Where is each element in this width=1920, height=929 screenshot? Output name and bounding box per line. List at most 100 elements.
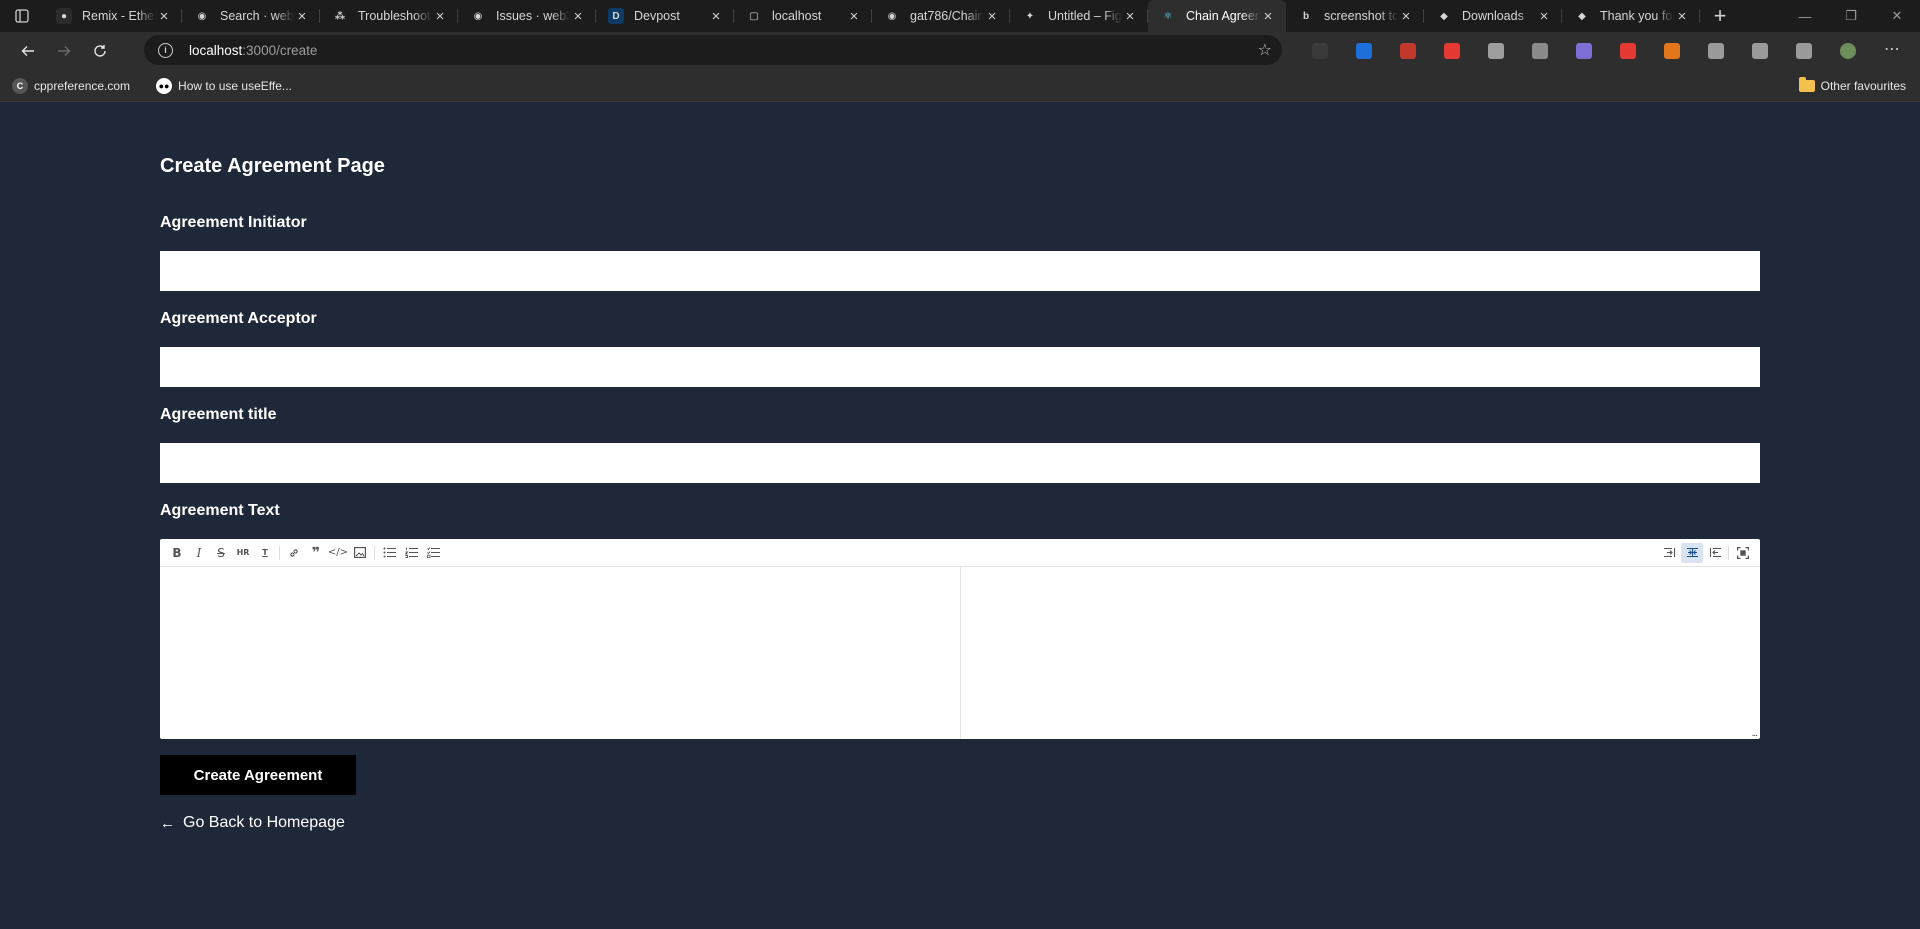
tab-title: gat786/Chain <box>910 9 984 23</box>
red-extension-icon-glyph <box>1400 43 1416 59</box>
browser-tab[interactable]: ◉ Search · web3 × <box>182 0 320 32</box>
close-tab-icon[interactable]: × <box>1536 8 1552 25</box>
link-button[interactable] <box>283 543 305 563</box>
initiator-input[interactable] <box>160 251 1760 291</box>
back-button[interactable] <box>10 35 46 67</box>
forward-button[interactable] <box>46 35 82 67</box>
favorites-icon[interactable] <box>1738 43 1782 59</box>
browser-tab-bar: ●Remix - Ethereum IDE×◉Search · web3×⁂Tr… <box>0 0 1920 32</box>
code-button[interactable]: </> <box>327 543 349 563</box>
browser-tab[interactable]: D Devpost × <box>596 0 734 32</box>
fox-extension-icon[interactable] <box>1562 43 1606 59</box>
back-arrow-icon <box>21 46 34 56</box>
collections-icon[interactable] <box>1782 43 1826 59</box>
browser-tab[interactable]: ◉ Issues · web3 × <box>458 0 596 32</box>
browser-tab[interactable]: ◆ Downloads × <box>1424 0 1562 32</box>
image-button[interactable] <box>349 543 371 563</box>
italic-button[interactable]: I <box>188 543 210 563</box>
bookmark-item[interactable]: Ccppreference.com <box>12 77 130 94</box>
close-tab-icon[interactable]: × <box>570 8 586 25</box>
preview-mode-button[interactable] <box>1703 543 1725 563</box>
ordered-list-button[interactable] <box>400 543 422 563</box>
tab-actions-button[interactable] <box>0 0 44 32</box>
title-button[interactable]: T <box>254 543 276 563</box>
close-tab-icon[interactable]: × <box>1260 8 1276 25</box>
close-tab-icon[interactable]: × <box>156 8 172 25</box>
markdown-input-pane[interactable] <box>160 567 961 739</box>
browser-tab[interactable]: ✦ Untitled – Figma× <box>1010 0 1148 32</box>
gear-extension-icon[interactable] <box>1518 43 1562 59</box>
browser-tab[interactable]: ⚛ Chain Agreement× <box>1148 0 1286 32</box>
tab-actions-icon <box>15 9 29 23</box>
new-tab-button[interactable]: + <box>1700 0 1740 32</box>
close-tab-icon[interactable]: × <box>294 8 310 25</box>
go-back-homepage-link[interactable]: ← Go Back to Homepage <box>160 814 345 832</box>
target-extension-icon[interactable] <box>1474 43 1518 59</box>
edit-mode-button[interactable] <box>1659 543 1681 563</box>
more-menu-icon[interactable]: ⋯ <box>1870 42 1914 59</box>
hand-extension-icon-glyph <box>1444 43 1460 59</box>
site-info-icon[interactable]: i <box>158 42 173 58</box>
tab-favicon-icon: ◉ <box>470 8 486 24</box>
fox-extension-icon-glyph <box>1576 43 1592 59</box>
close-tab-icon[interactable]: × <box>432 8 448 25</box>
browser-tab[interactable]: b screenshot to × <box>1286 0 1424 32</box>
browser-tab[interactable]: ⁂ Troubleshooting× <box>320 0 458 32</box>
pencil-extension-icon[interactable] <box>1606 43 1650 59</box>
gmp-extension-icon[interactable] <box>1298 43 1342 59</box>
acceptor-input[interactable] <box>160 347 1760 387</box>
other-favourites[interactable]: Other favourites <box>1798 76 1906 93</box>
unordered-list-button[interactable] <box>378 543 400 563</box>
puzzle-extension-icon-glyph <box>1708 43 1724 59</box>
browser-tab[interactable]: ◉ gat786/Chain × <box>872 0 1010 32</box>
browser-nav-bar: i localhost:3000/create ☆ ⋯ <box>0 32 1920 70</box>
puzzle-extension-icon[interactable] <box>1694 43 1738 59</box>
tab-favicon-icon: ◉ <box>884 8 900 24</box>
fullscreen-button[interactable] <box>1732 543 1754 563</box>
other-favourites-label: Other favourites <box>1820 78 1906 93</box>
bold-button[interactable]: B <box>166 543 188 563</box>
preview-mode-icon <box>1709 547 1721 558</box>
red-extension-icon[interactable] <box>1386 43 1430 59</box>
add-favorite-icon[interactable]: ☆ <box>1258 40 1272 60</box>
close-window-button[interactable]: ✕ <box>1874 0 1920 32</box>
metamask-extension-icon[interactable] <box>1650 43 1694 59</box>
hr-button[interactable]: HR <box>232 543 254 563</box>
close-tab-icon[interactable]: × <box>846 8 862 25</box>
browser-tab[interactable]: ● Remix - Ethereum IDE× <box>44 0 182 32</box>
reload-button[interactable] <box>82 35 118 67</box>
restore-button[interactable]: ❐ <box>1828 0 1874 32</box>
numbered-list-icon <box>404 547 418 558</box>
tab-title: Troubleshooting <box>358 9 432 23</box>
browser-tab[interactable]: ◆ Thank you for × <box>1562 0 1700 32</box>
minimize-button[interactable]: — <box>1782 0 1828 32</box>
close-tab-icon[interactable]: × <box>984 8 1000 25</box>
bookmark-item[interactable]: ●● How to use useEffe... <box>156 77 292 94</box>
bookmark-favicon-icon: C <box>12 77 28 94</box>
tab-title: Untitled – Figma <box>1048 9 1122 23</box>
profile-avatar[interactable] <box>1826 43 1870 59</box>
live-mode-button[interactable] <box>1681 542 1703 563</box>
pen-extension-icon-glyph <box>1356 43 1372 59</box>
pen-extension-icon[interactable] <box>1342 43 1386 59</box>
bullet-list-icon <box>383 547 396 558</box>
title-label: Agreement title <box>160 406 277 423</box>
target-extension-icon-glyph <box>1488 43 1504 59</box>
strikethrough-button[interactable]: S <box>210 543 232 563</box>
folder-icon <box>1798 76 1815 92</box>
extensions-toolbar: ⋯ <box>1298 32 1914 70</box>
quote-button[interactable]: ❞ <box>305 543 327 563</box>
resize-handle[interactable]: ... <box>1752 728 1758 739</box>
close-tab-icon[interactable]: × <box>1398 8 1414 25</box>
hand-extension-icon[interactable] <box>1430 43 1474 59</box>
title-input[interactable] <box>160 443 1760 483</box>
task-list-button[interactable] <box>422 543 444 563</box>
bookmark-list: Ccppreference.com ●● How to use useEffe... <box>0 77 306 94</box>
close-tab-icon[interactable]: × <box>708 8 724 25</box>
browser-tab[interactable]: ▢ localhost × <box>734 0 872 32</box>
close-tab-icon[interactable]: × <box>1674 8 1690 25</box>
editor-mode-toggles <box>1659 542 1754 563</box>
create-agreement-button[interactable]: Create Agreement <box>160 755 356 795</box>
address-bar[interactable]: i localhost:3000/create ☆ <box>144 35 1282 65</box>
close-tab-icon[interactable]: × <box>1122 8 1138 25</box>
